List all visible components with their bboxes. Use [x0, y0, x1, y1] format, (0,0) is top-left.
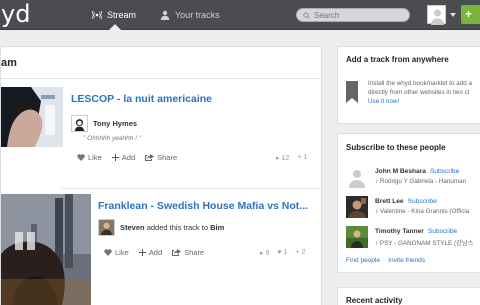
- author-name[interactable]: Steven: [120, 223, 145, 232]
- track-thumbnail[interactable]: [1, 194, 91, 305]
- add-track-card: Add a track from anywhere Install the wh…: [337, 46, 480, 124]
- add-button[interactable]: Add: [111, 153, 135, 162]
- active-tab-indicator: [109, 24, 121, 30]
- heart-icon: [104, 249, 112, 256]
- plus-icon: [138, 249, 146, 256]
- share-button[interactable]: Share: [172, 248, 204, 257]
- bookmark-icon: [346, 81, 358, 103]
- use-it-now-link[interactable]: Use it now!: [368, 98, 399, 105]
- play-count: ▸ 9: [260, 250, 270, 257]
- like-count: ♥ 1: [277, 249, 288, 256]
- like-button[interactable]: Like: [77, 153, 102, 162]
- subscribe-link[interactable]: Subscribe: [430, 168, 459, 175]
- person-name: John M Beshara Subscribe: [375, 168, 460, 175]
- top-navigation-bar: yd Stream Your tracks +: [0, 0, 480, 30]
- post-actions: Like Add Share: [104, 248, 204, 257]
- author-avatar[interactable]: [71, 115, 88, 132]
- chevron-down-icon[interactable]: [450, 13, 456, 17]
- post-stats: ▸ 12 + 1: [276, 154, 307, 162]
- track-title[interactable]: LESCOP - la nuit americaine: [71, 93, 212, 105]
- track-title[interactable]: Franklean - Swedish House Mafia vs Not..…: [98, 200, 308, 212]
- share-button[interactable]: Share: [145, 153, 177, 162]
- person-avatar[interactable]: [346, 166, 368, 188]
- link-separator: ·: [382, 257, 386, 264]
- card-title: Add a track from anywhere: [346, 55, 449, 64]
- subscribe-card: Subscribe to these people John M Beshara…: [337, 133, 480, 273]
- user-avatar[interactable]: [427, 5, 446, 25]
- person-latest-track[interactable]: ♪ Rodrigo Y Gabriela - Hanuman: [375, 178, 466, 185]
- like-button[interactable]: Like: [104, 248, 129, 257]
- person-latest-track[interactable]: ♪ Valentine - Kina Grannis (Officia: [375, 208, 469, 215]
- suggested-person: Timothy Tanner Subscribe ♪ PSY - GANGNAM …: [346, 226, 480, 250]
- post-actions: Like Add Share: [77, 153, 177, 162]
- broadcast-icon: [92, 10, 102, 20]
- suggested-person: John M Beshara Subscribe ♪ Rodrigo Y Gabr…: [346, 166, 480, 190]
- bookmarklet-description: Install the whyd bookmarklet to add a di…: [368, 80, 472, 105]
- user-icon: [160, 10, 170, 20]
- heart-icon: [77, 154, 85, 161]
- post-author: Steven added this track to Bim: [98, 219, 224, 236]
- track-thumbnail[interactable]: [1, 87, 63, 147]
- play-count: ▸ 12: [276, 155, 290, 162]
- card-title: Subscribe to these people: [346, 143, 446, 152]
- search-input[interactable]: [314, 10, 404, 20]
- person-latest-track[interactable]: ♪ PSY - GANGNAM STYLE (강남스: [375, 238, 473, 247]
- stream-feed: am LESCOP - la nuit americaine Tony Hyme…: [0, 46, 322, 305]
- suggested-person: Brett Lee Subscribe ♪ Valentine - Kina Gr…: [346, 196, 480, 220]
- post-stats: ▸ 9 ♥ 1 + 2: [260, 249, 305, 257]
- whyd-logo[interactable]: yd: [0, 0, 30, 30]
- share-icon: [172, 249, 182, 256]
- plus-icon: [111, 154, 119, 161]
- search-box[interactable]: [296, 8, 410, 22]
- person-name: Brett Lee Subscribe: [375, 198, 437, 205]
- invite-friends-link[interactable]: Invite friends: [388, 257, 425, 264]
- person-name: Timothy Tanner Subscribe: [375, 228, 458, 235]
- post-quote: " Ohhhhh yeahhh ! ": [83, 135, 142, 142]
- tab-your-tracks[interactable]: Your tracks: [160, 0, 220, 30]
- post-author: Tony Hymes: [71, 115, 137, 132]
- author-avatar[interactable]: [98, 219, 115, 236]
- add-count: + 2: [295, 249, 306, 256]
- default-avatar-icon: [431, 9, 444, 25]
- card-title: Recent activity: [346, 296, 403, 305]
- search-icon: [303, 11, 310, 19]
- author-name[interactable]: Tony Hymes: [93, 119, 137, 128]
- people-links: Find people · Invite friends: [346, 257, 425, 264]
- post-activity-text: Steven added this track to Bim: [120, 223, 225, 232]
- subscribe-link[interactable]: Subscribe: [408, 198, 437, 205]
- post-divider: [61, 188, 321, 189]
- add-track-button[interactable]: +: [461, 5, 480, 24]
- playlist-link[interactable]: Bim: [210, 223, 224, 232]
- page-title: am: [1, 47, 321, 79]
- subscribe-link[interactable]: Subscribe: [428, 228, 457, 235]
- recent-activity-card: Recent activity: [337, 287, 480, 305]
- tab-your-tracks-label: Your tracks: [175, 10, 220, 20]
- add-button[interactable]: Add: [138, 248, 162, 257]
- find-people-link[interactable]: Find people: [346, 257, 380, 264]
- add-count: + 1: [297, 154, 308, 161]
- person-avatar[interactable]: [346, 226, 368, 248]
- person-avatar[interactable]: [346, 196, 368, 218]
- share-icon: [145, 154, 155, 161]
